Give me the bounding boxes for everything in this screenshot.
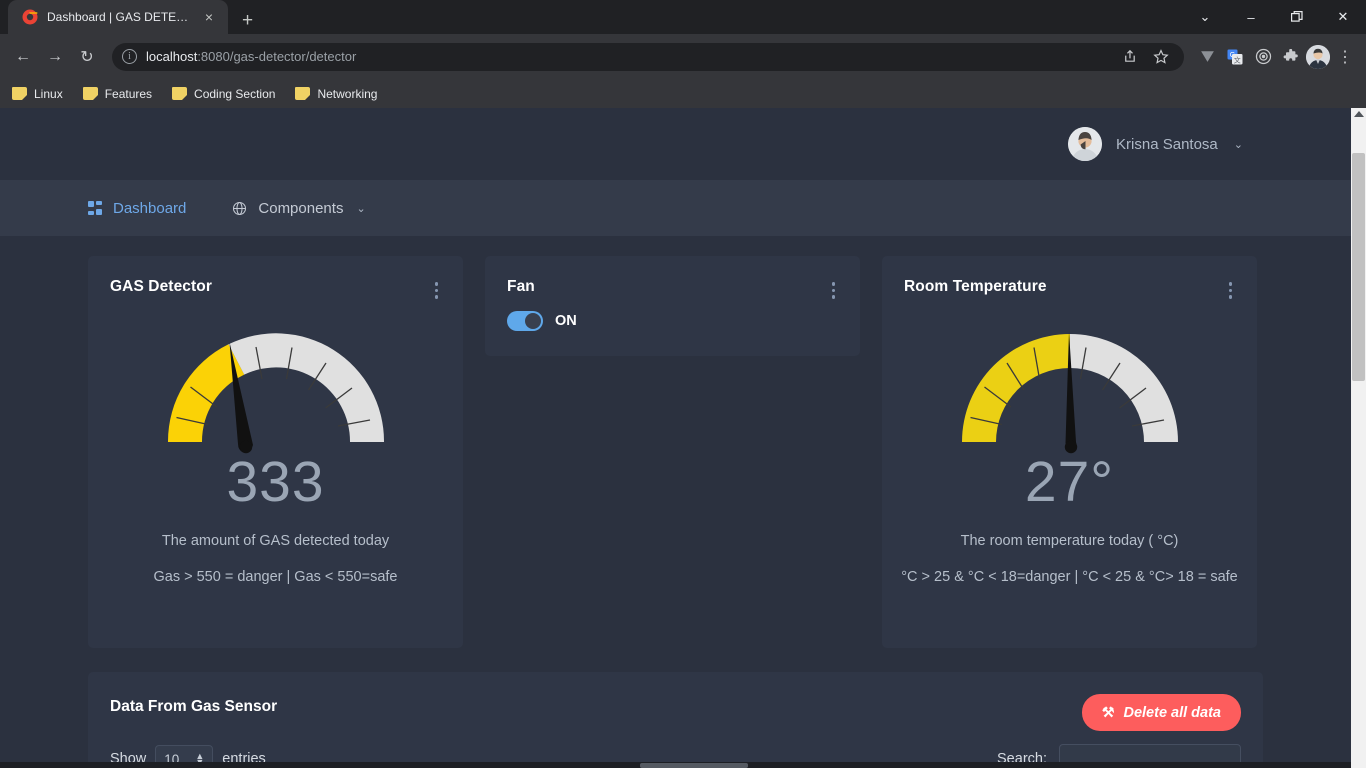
folder-icon (172, 87, 188, 100)
nav-item-components[interactable]: Components ⌄ (232, 199, 366, 217)
card-header: Room Temperature (882, 256, 1257, 303)
folder-icon (12, 87, 27, 100)
bookmark-label: Features (104, 86, 153, 101)
kebab-menu-icon[interactable] (1226, 278, 1236, 303)
kebab-menu-icon[interactable] (829, 278, 839, 303)
toggle-knob (525, 312, 541, 329)
vertical-scrollbar-thumb[interactable] (1352, 153, 1365, 381)
fan-toggle-row: ON (485, 303, 860, 331)
card-fan: Fan ON (485, 256, 860, 356)
bookmark-coding-section[interactable]: Coding Section (172, 87, 275, 101)
minimize-icon[interactable]: – (1228, 0, 1274, 34)
table-title: Data From Gas Sensor (110, 698, 278, 715)
card-room-temperature: Room Temperature 27° The room temperatur… (882, 256, 1257, 648)
bookmark-label: Networking (317, 86, 378, 101)
temperature-value: 27° (1024, 449, 1115, 514)
nav-item-label: Components (258, 199, 344, 217)
folder-icon (82, 87, 98, 100)
bookmark-star-icon[interactable] (1148, 44, 1174, 70)
gas-gauge (88, 317, 463, 457)
delete-button-label: Delete all data (1123, 704, 1221, 721)
chrome-red-favicon (22, 9, 38, 25)
folder-icon (295, 87, 311, 100)
fan-toggle[interactable] (507, 310, 543, 331)
web-page: Krisna Santosa ⌄ Dashboard Components ⌄ … (0, 108, 1351, 768)
reload-icon[interactable]: ↻ (72, 42, 102, 72)
main-nav: Dashboard Components ⌄ (0, 180, 1351, 236)
chevron-down-icon[interactable]: ⌄ (1182, 0, 1228, 34)
card-title: Room Temperature (904, 278, 1047, 295)
bookmarks-bar: Linux Features Coding Section Networking (0, 79, 1366, 108)
page-viewport: Krisna Santosa ⌄ Dashboard Components ⌄ … (0, 108, 1366, 768)
close-window-icon[interactable]: ✕ (1320, 0, 1366, 34)
tab-title: Dashboard | GAS DETECTOR (47, 10, 191, 24)
user-name: Krisna Santosa (1116, 135, 1218, 153)
card-gas-detector: GAS Detector 333 The amount of GAS detec… (88, 256, 463, 648)
data-table-card: Data From Gas Sensor ⚒ Delete all data S… (88, 672, 1263, 768)
window-controls: ⌄ – ✕ (1182, 0, 1366, 34)
gas-value: 333 (226, 449, 325, 514)
target-extension-icon[interactable] (1250, 44, 1276, 70)
bookmark-linux[interactable]: Linux (12, 87, 63, 101)
extensions-puzzle-icon[interactable] (1278, 44, 1304, 70)
address-bar[interactable]: i localhost:8080/gas-detector/detector (112, 42, 1184, 71)
delete-all-data-button[interactable]: ⚒ Delete all data (1081, 694, 1241, 731)
chevron-down-icon[interactable]: ⌄ (1234, 138, 1243, 151)
scroll-up-arrow-icon[interactable] (1353, 111, 1364, 117)
svg-text:文: 文 (1234, 55, 1241, 64)
chevron-down-icon: ⌄ (356, 202, 366, 215)
user-menu[interactable]: Krisna Santosa ⌄ (1068, 127, 1243, 161)
page-content: GAS Detector 333 The amount of GAS detec… (0, 236, 1351, 768)
temperature-gauge (882, 317, 1257, 457)
bookmark-features[interactable]: Features (82, 86, 153, 101)
globe-icon (232, 201, 247, 216)
close-icon[interactable]: × (200, 10, 218, 24)
cards-row: GAS Detector 333 The amount of GAS detec… (88, 236, 1263, 648)
share-icon[interactable] (1116, 44, 1142, 70)
new-tab-button[interactable]: + (242, 11, 253, 30)
forward-icon[interactable]: → (40, 42, 70, 72)
bookmark-label: Coding Section (194, 86, 276, 101)
profile-avatar-icon[interactable] (1306, 44, 1330, 69)
horizontal-scrollbar[interactable] (0, 762, 1351, 768)
horizontal-scrollbar-thumb[interactable] (640, 763, 748, 768)
google-translate-icon[interactable]: G 文 (1222, 44, 1248, 70)
browser-window: Dashboard | GAS DETECTOR × + ⌄ – ✕ ← → ↻… (0, 0, 1366, 768)
url-path: :8080/gas-detector/detector (197, 49, 357, 64)
address-bar-url: localhost:8080/gas-detector/detector (146, 49, 356, 64)
avatar (1068, 127, 1103, 161)
tab-strip: Dashboard | GAS DETECTOR × + ⌄ – ✕ (0, 0, 1366, 34)
bookmark-label: Linux (34, 86, 63, 101)
nav-item-dashboard[interactable]: Dashboard (88, 200, 186, 217)
temperature-caption: The room temperature today ( °C) (960, 532, 1179, 549)
card-title: Fan (507, 278, 535, 295)
card-header: GAS Detector (88, 256, 463, 303)
gas-caption: The amount of GAS detected today (161, 532, 390, 549)
temperature-sub-caption: °C > 25 & °C < 18=danger | °C < 25 & °C>… (901, 568, 1238, 585)
fan-state-label: ON (555, 312, 577, 329)
grid-icon (88, 201, 102, 215)
gas-sub-caption: Gas > 550 = danger | Gas < 550=safe (153, 568, 398, 585)
bookmark-networking[interactable]: Networking (295, 87, 377, 101)
chrome-menu-icon[interactable]: ⋮ (1332, 44, 1358, 70)
gauge-svg (167, 332, 384, 453)
back-icon[interactable]: ← (8, 42, 38, 72)
card-header: Fan (485, 256, 860, 303)
card-title: GAS Detector (110, 278, 212, 295)
maximize-icon[interactable] (1274, 0, 1320, 34)
gauge-svg (961, 331, 1178, 453)
kebab-menu-icon[interactable] (432, 278, 442, 303)
vertical-scrollbar[interactable] (1351, 108, 1366, 768)
app-header: Krisna Santosa ⌄ (0, 108, 1351, 180)
site-info-icon[interactable]: i (122, 49, 137, 64)
nav-item-label: Dashboard (113, 199, 187, 217)
vimeo-extension-icon[interactable] (1194, 44, 1220, 70)
tools-icon: ⚒ (1101, 704, 1115, 720)
url-host: localhost (146, 49, 198, 64)
omnibox-actions (1116, 44, 1174, 70)
browser-tab[interactable]: Dashboard | GAS DETECTOR × (8, 0, 228, 34)
browser-toolbar: ← → ↻ i localhost:8080/gas-detector/dete… (0, 34, 1366, 79)
